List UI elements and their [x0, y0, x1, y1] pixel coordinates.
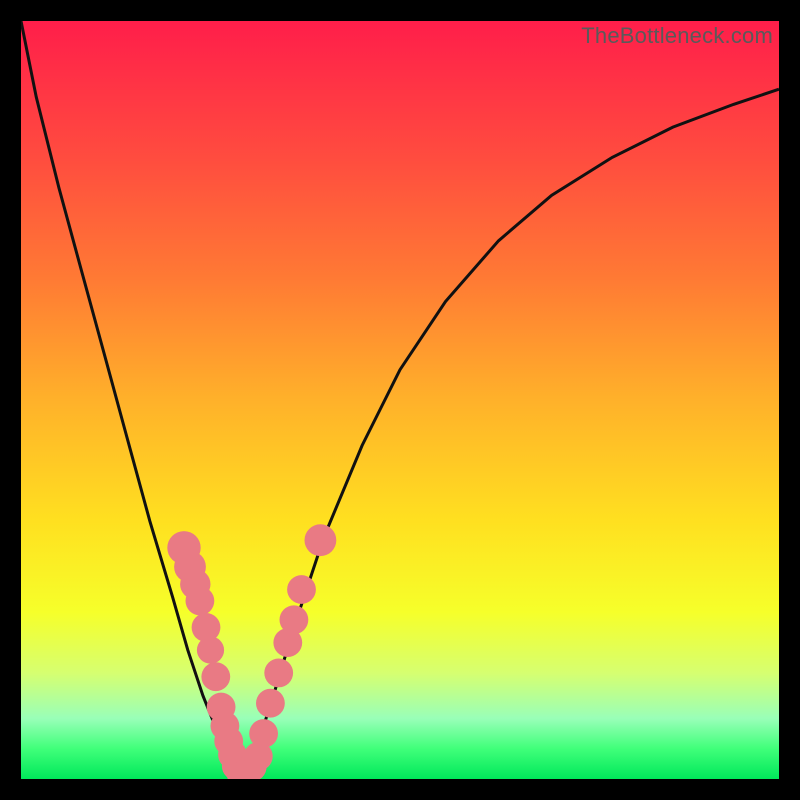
data-marker [197, 637, 224, 664]
data-marker [256, 689, 285, 718]
data-marker [249, 719, 278, 748]
data-marker [201, 662, 230, 691]
data-marker [264, 659, 293, 688]
plot-area: TheBottleneck.com [21, 21, 779, 779]
chart-svg [21, 21, 779, 779]
data-marker [305, 524, 337, 556]
bottleneck-curve [21, 21, 779, 779]
chart-frame: TheBottleneck.com [0, 0, 800, 800]
data-marker [186, 587, 215, 616]
data-marker [280, 605, 309, 634]
markers-group [167, 524, 336, 779]
data-marker [287, 575, 316, 604]
